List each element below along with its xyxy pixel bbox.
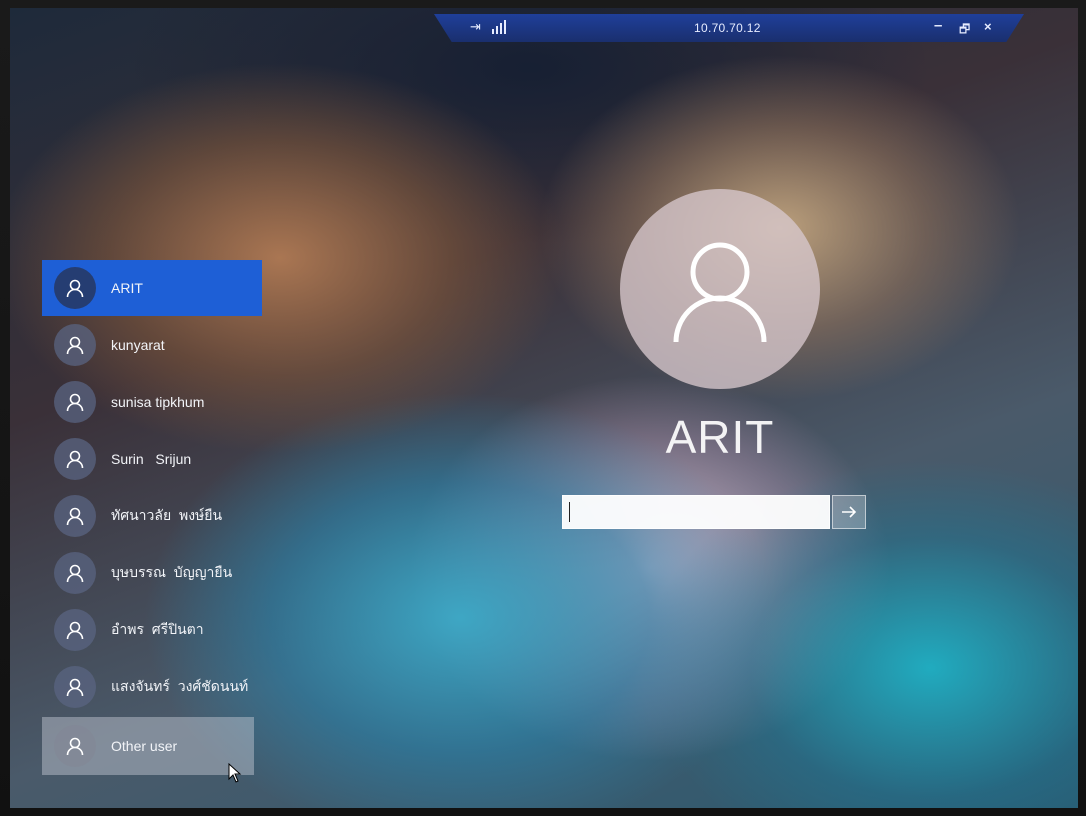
user-icon (54, 438, 96, 480)
user-name: kunyarat (111, 337, 165, 353)
user-icon (54, 267, 96, 309)
user-name: บุษบรรณ บัญญายืน (111, 564, 233, 580)
user-icon (54, 495, 96, 537)
user-name: sunisa tipkhum (111, 394, 205, 410)
user-name: ทัศนาวลัย พงษ์ยืน (111, 507, 223, 523)
user-name: อำพร ศรีปินตา (111, 621, 204, 637)
user-item-sunisa-tipkhum[interactable]: sunisa tipkhum (42, 374, 262, 430)
user-item-kunyarat[interactable]: kunyarat (42, 317, 262, 373)
password-input[interactable] (562, 495, 830, 529)
user-item-7[interactable]: อำพร ศรีปินตา (42, 602, 262, 658)
arrow-right-icon (842, 506, 857, 518)
submit-button[interactable] (832, 495, 866, 529)
user-name: ARIT (111, 280, 143, 296)
pin-icon[interactable]: ⇥ (470, 19, 481, 35)
restore-button[interactable]: 🗗 (959, 20, 970, 41)
login-screen: ⇥ 10.70.70.12 – 🗗 × ARIT kunyarat sunisa… (10, 8, 1078, 808)
user-name: Other user (111, 738, 178, 754)
user-item-arit[interactable]: ARIT (42, 260, 262, 316)
close-button[interactable]: × (984, 19, 992, 34)
user-item-6[interactable]: บุษบรรณ บัญญายืน (42, 545, 262, 601)
user-name: แสงจันทร์ วงศ์ชัดนนท์ (111, 678, 249, 694)
remote-connection-bar: ⇥ 10.70.70.12 – 🗗 × (434, 14, 1024, 42)
user-icon (54, 324, 96, 366)
user-icon (54, 609, 96, 651)
user-icon (54, 381, 96, 423)
user-item-other-user[interactable]: Other user (42, 717, 254, 775)
signal-icon (492, 18, 506, 34)
mouse-cursor-icon (228, 763, 242, 783)
user-list: ARIT kunyarat sunisa tipkhum Surin Sriju… (42, 260, 262, 776)
user-name: Surin Srijun (111, 451, 192, 467)
minimize-button[interactable]: – (934, 17, 942, 34)
user-icon (54, 725, 96, 767)
user-avatar-large (620, 189, 820, 389)
user-icon (54, 666, 96, 708)
user-icon (673, 242, 767, 343)
user-item-surin-srijun[interactable]: Surin Srijun (42, 431, 262, 487)
text-caret (569, 502, 570, 522)
selected-username: ARIT (665, 411, 775, 463)
connection-title: 10.70.70.12 (694, 21, 761, 35)
user-item-8[interactable]: แสงจันทร์ วงศ์ชัดนนท์ (42, 659, 262, 715)
user-item-5[interactable]: ทัศนาวลัย พงษ์ยืน (42, 488, 262, 544)
user-icon (54, 552, 96, 594)
